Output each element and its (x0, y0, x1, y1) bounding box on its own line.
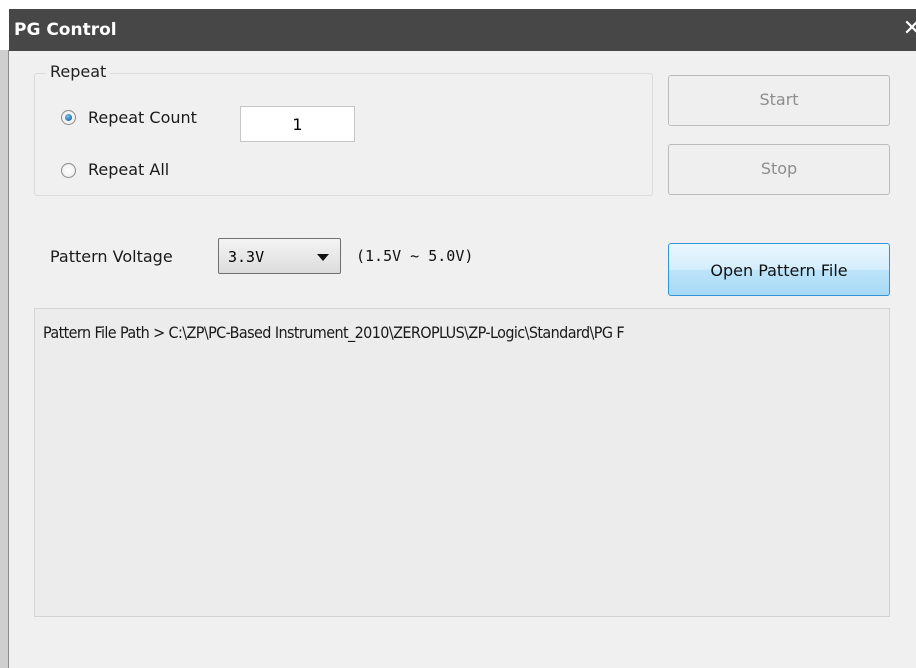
stop-button[interactable]: Stop (668, 144, 890, 195)
repeat-count-input[interactable] (240, 106, 355, 142)
window-left-border (0, 50, 9, 668)
pattern-voltage-label: Pattern Voltage (50, 247, 173, 266)
repeat-count-label[interactable]: Repeat Count (88, 108, 197, 128)
open-pattern-file-button[interactable]: Open Pattern File (668, 243, 890, 296)
repeat-all-radio[interactable] (61, 163, 76, 178)
title-bar-strip: PG Control ✕ (9, 9, 916, 51)
repeat-all-label[interactable]: Repeat All (88, 160, 169, 180)
repeat-group-legend: Repeat (46, 62, 111, 82)
pattern-voltage-value: 3.3V (228, 248, 265, 266)
close-icon[interactable]: ✕ (901, 17, 916, 41)
pattern-voltage-select[interactable]: 3.3V (218, 238, 341, 274)
pg-control-window: PG Control ✕ Repeat Repeat Count Repeat … (0, 0, 916, 668)
window-title: PG Control (14, 20, 117, 40)
voltage-range-text: (1.5V ~ 5.0V) (356, 247, 474, 265)
chevron-down-icon (317, 254, 329, 261)
pattern-file-path-text: Pattern File Path > C:\ZP\PC-Based Instr… (43, 323, 625, 342)
repeat-count-radio[interactable] (61, 110, 76, 125)
pattern-file-path-panel: Pattern File Path > C:\ZP\PC-Based Instr… (34, 308, 890, 617)
start-button[interactable]: Start (668, 75, 890, 126)
